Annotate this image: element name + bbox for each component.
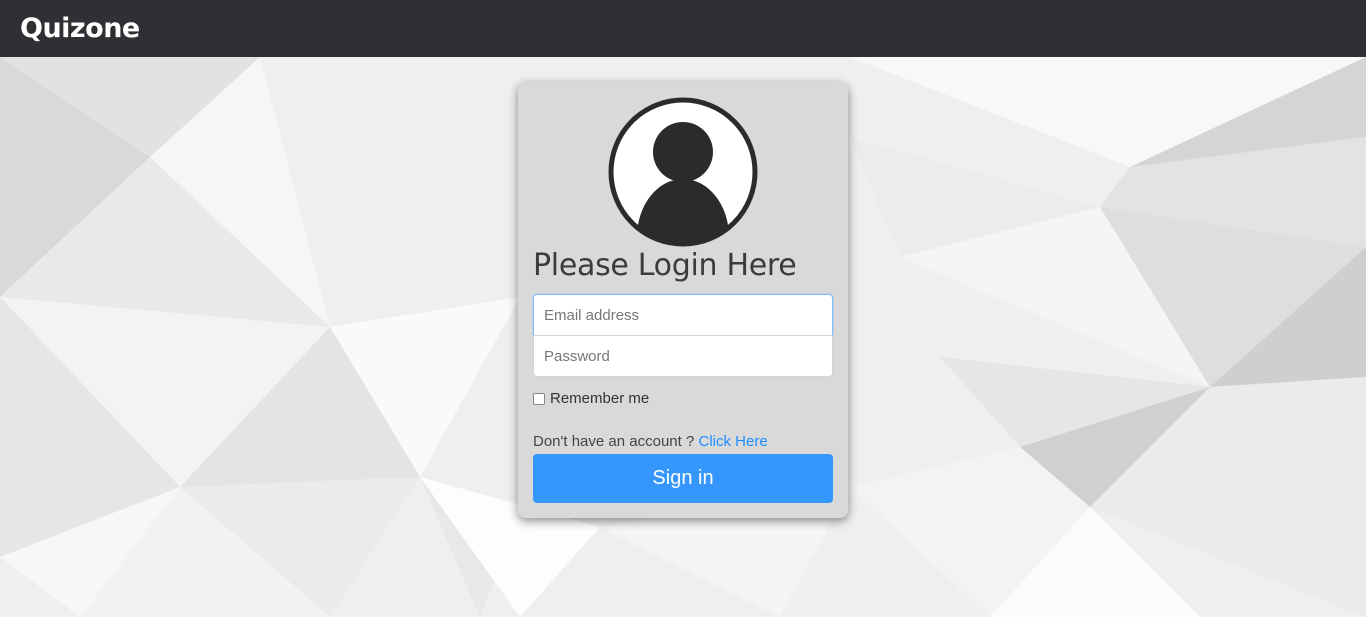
sign-in-button[interactable]: Sign in [533, 454, 833, 503]
brand-logo[interactable]: Quizone [20, 13, 140, 44]
user-avatar-icon [608, 97, 758, 247]
email-field[interactable] [533, 294, 833, 336]
login-card: Please Login Here Remember me Don't have… [518, 82, 848, 518]
remember-me-label: Remember me [550, 390, 650, 407]
password-field[interactable] [533, 335, 833, 377]
top-navbar: Quizone [0, 0, 1366, 57]
signup-prompt-text: Don't have an account ? [533, 433, 699, 450]
login-heading: Please Login Here [533, 248, 797, 283]
remember-me-checkbox[interactable] [533, 392, 545, 405]
signup-link[interactable]: Click Here [698, 433, 767, 450]
remember-me[interactable]: Remember me [533, 390, 649, 407]
signup-prompt: Don't have an account ? Click Here [533, 433, 768, 450]
